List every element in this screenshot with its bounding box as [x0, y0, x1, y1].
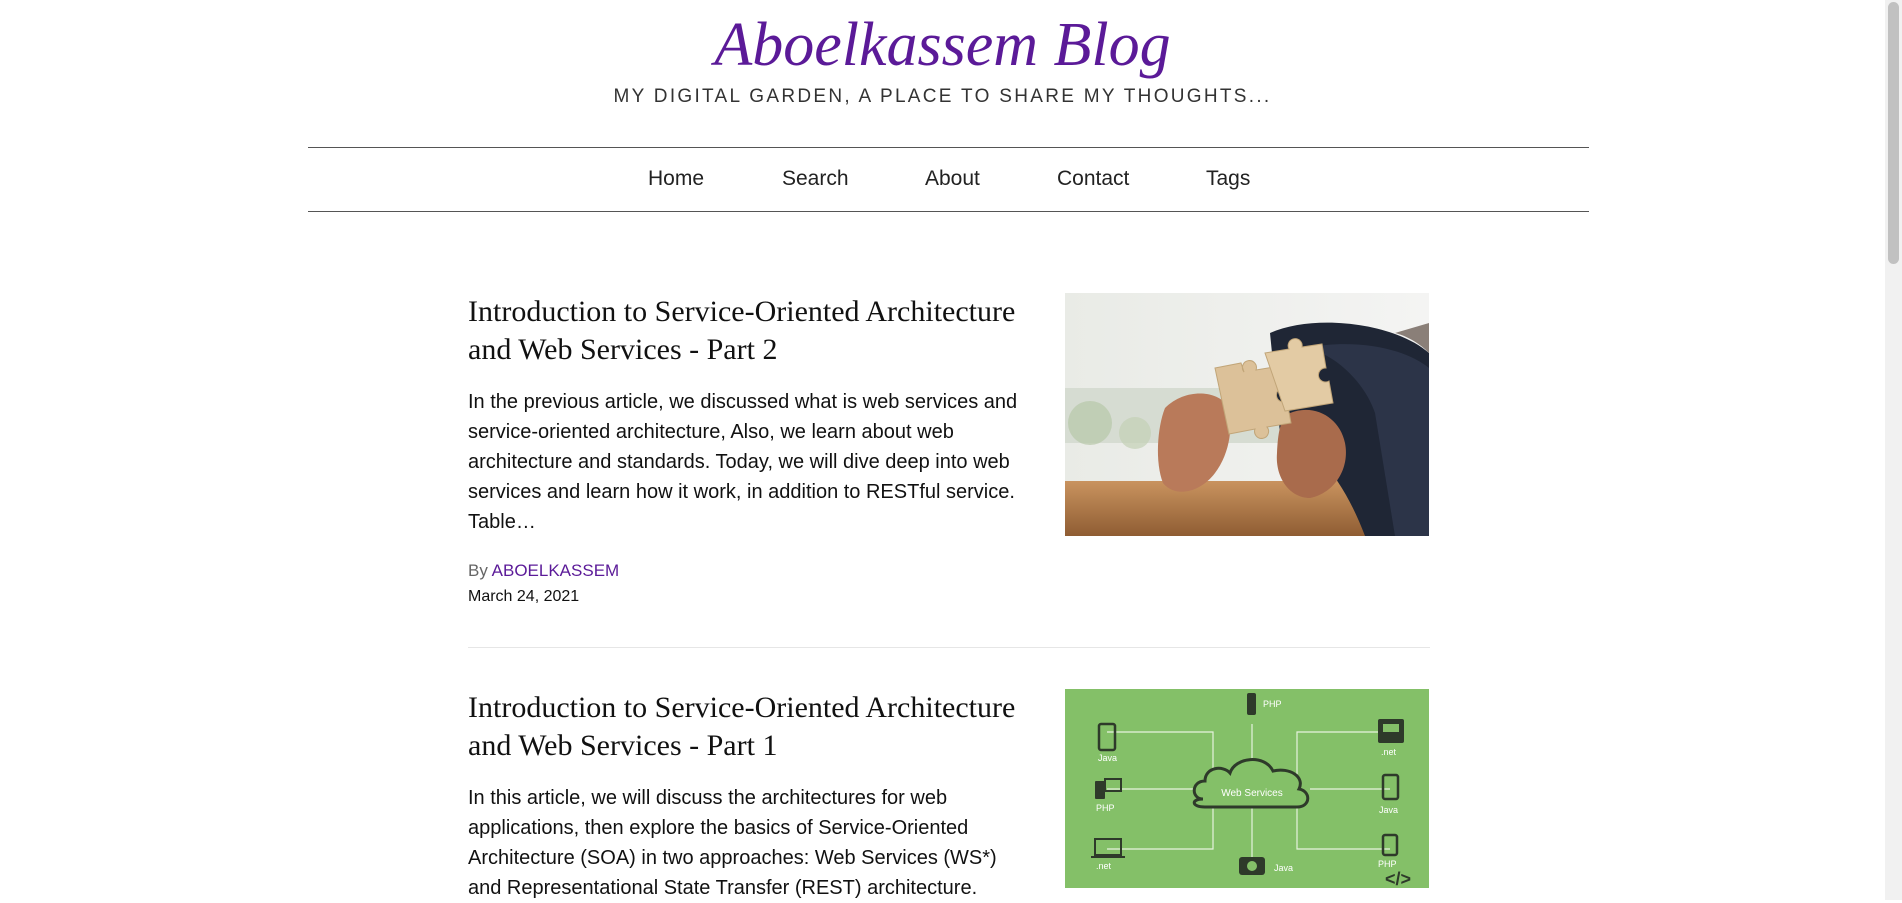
- nav-search[interactable]: Search: [782, 167, 849, 191]
- page-scrollbar[interactable]: [1885, 0, 1902, 900]
- site-title[interactable]: Aboelkassem Blog: [0, 10, 1885, 80]
- puzzle-hands-image: [1065, 293, 1429, 536]
- nav-contact[interactable]: Contact: [1057, 167, 1129, 191]
- diagram-label-web-services: Web Services: [1221, 788, 1283, 799]
- post-byline: By ABOELKASSEM: [468, 561, 619, 581]
- post-card: Introduction to Service-Oriented Archite…: [468, 689, 1430, 900]
- post-thumbnail-puzzle[interactable]: [1065, 293, 1429, 536]
- scrollbar-thumb[interactable]: [1888, 2, 1899, 264]
- diagram-label-left-top: Java: [1098, 753, 1117, 763]
- nav-tags[interactable]: Tags: [1206, 167, 1250, 191]
- author-link[interactable]: ABOELKASSEM: [492, 561, 620, 580]
- site-tagline: MY DIGITAL GARDEN, A PLACE TO SHARE MY T…: [613, 86, 1272, 107]
- nav-about[interactable]: About: [925, 167, 980, 191]
- post-card: Introduction to Service-Oriented Archite…: [468, 293, 1430, 613]
- main-nav: Home Search About Contact Tags: [308, 147, 1589, 212]
- nav-home[interactable]: Home: [648, 167, 704, 191]
- diagram-label-bottom: Java: [1274, 863, 1293, 873]
- post-excerpt: In the previous article, we discussed wh…: [468, 391, 1018, 533]
- post-date: March 24, 2021: [468, 588, 580, 605]
- post-divider: [468, 647, 1430, 648]
- svg-text:</>: </>: [1385, 869, 1411, 888]
- post-excerpt: In this article, we will discuss the arc…: [468, 787, 997, 899]
- diagram-label-right-bottom: PHP: [1378, 859, 1397, 869]
- diagram-label-left-mid: PHP: [1096, 803, 1115, 813]
- web-services-diagram-image: Web Services PHP Java PHP .net .net Java…: [1065, 689, 1429, 888]
- byline-prefix: By: [468, 561, 488, 580]
- diagram-label-left-bottom: .net: [1096, 861, 1112, 871]
- post-thumbnail-web-services[interactable]: Web Services PHP Java PHP .net .net Java…: [1065, 689, 1429, 888]
- post-title[interactable]: Introduction to Service-Oriented Archite…: [468, 689, 1028, 765]
- post-title[interactable]: Introduction to Service-Oriented Archite…: [468, 293, 1028, 369]
- diagram-label-top: PHP: [1263, 699, 1282, 709]
- diagram-label-right-mid: Java: [1379, 805, 1398, 815]
- diagram-label-right-top: .net: [1381, 747, 1397, 757]
